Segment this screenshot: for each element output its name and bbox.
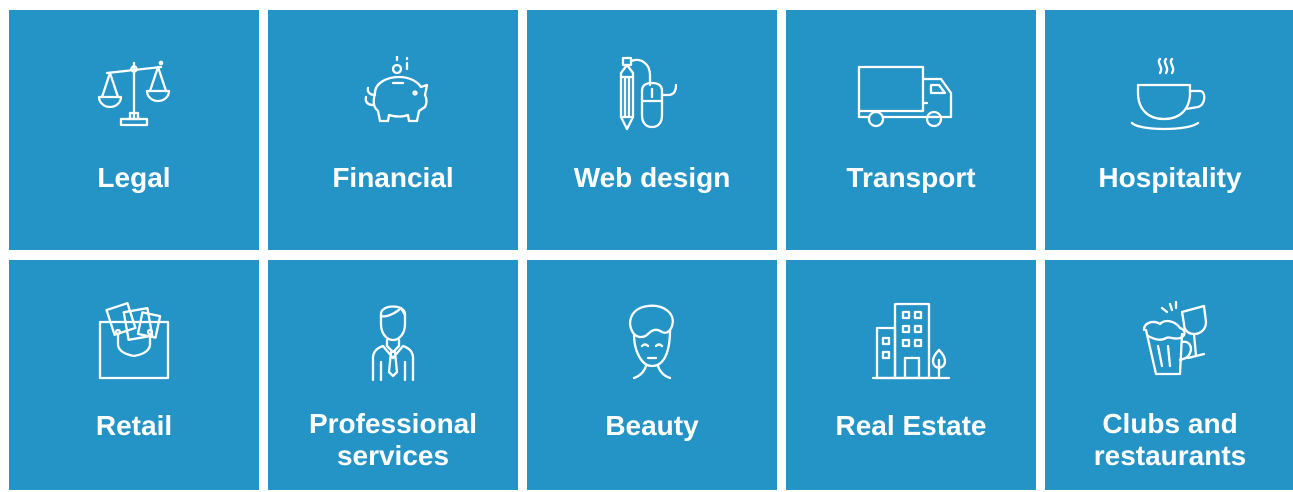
tile-clubs-and-restaurants[interactable]: Clubs and restaurants — [1045, 260, 1293, 490]
woman-face-icon — [527, 300, 777, 380]
tile-label-text: Retail — [95, 410, 173, 441]
tile-legal[interactable]: Legal — [9, 10, 259, 250]
industries-grid: Legal Financial Web design Transport Hos… — [9, 10, 1293, 492]
tile-label: Retail — [9, 410, 259, 442]
tile-real-estate[interactable]: Real Estate — [786, 260, 1036, 490]
piggy-bank-icon — [268, 55, 518, 135]
shopping-bag-icon — [9, 300, 259, 380]
tile-beauty[interactable]: Beauty — [527, 260, 777, 490]
tile-hospitality[interactable]: Hospitality — [1045, 10, 1293, 250]
building-icon — [786, 300, 1036, 380]
tile-label-text: Financial — [332, 162, 454, 193]
pencil-mouse-icon — [527, 55, 777, 135]
tile-label: Legal — [9, 162, 259, 194]
tile-label-line1: Professional — [308, 408, 478, 439]
tile-web-design[interactable]: Web design — [527, 10, 777, 250]
tile-label-line2: services — [336, 440, 450, 471]
cheers-icon — [1045, 300, 1293, 380]
tile-label: Beauty — [527, 410, 777, 442]
scales-icon — [9, 55, 259, 135]
coffee-cup-icon — [1045, 55, 1293, 135]
tile-label-text: Beauty — [605, 410, 699, 441]
tile-professional-services[interactable]: Professional services — [268, 260, 518, 490]
tile-label: Web design — [527, 162, 777, 194]
tile-label: Real Estate — [786, 410, 1036, 442]
tile-label-text: Web design — [573, 162, 731, 193]
tile-label: Hospitality — [1045, 162, 1293, 194]
tile-retail[interactable]: Retail — [9, 260, 259, 490]
tile-label: Clubs and restaurants — [1045, 408, 1293, 472]
businessman-icon — [268, 300, 518, 382]
tile-label: Transport — [786, 162, 1036, 194]
tile-financial[interactable]: Financial — [268, 10, 518, 250]
tile-label-text: Transport — [846, 162, 976, 193]
tile-label-line2: restaurants — [1093, 440, 1247, 471]
tile-label: Professional services — [268, 408, 518, 472]
tile-label-text: Real Estate — [835, 410, 987, 441]
tile-transport[interactable]: Transport — [786, 10, 1036, 250]
tile-label-line1: Clubs and — [1102, 408, 1238, 439]
tile-label: Financial — [268, 162, 518, 194]
tile-label-text: Legal — [97, 162, 171, 193]
truck-icon — [786, 55, 1036, 135]
tile-label-text: Hospitality — [1098, 162, 1242, 193]
